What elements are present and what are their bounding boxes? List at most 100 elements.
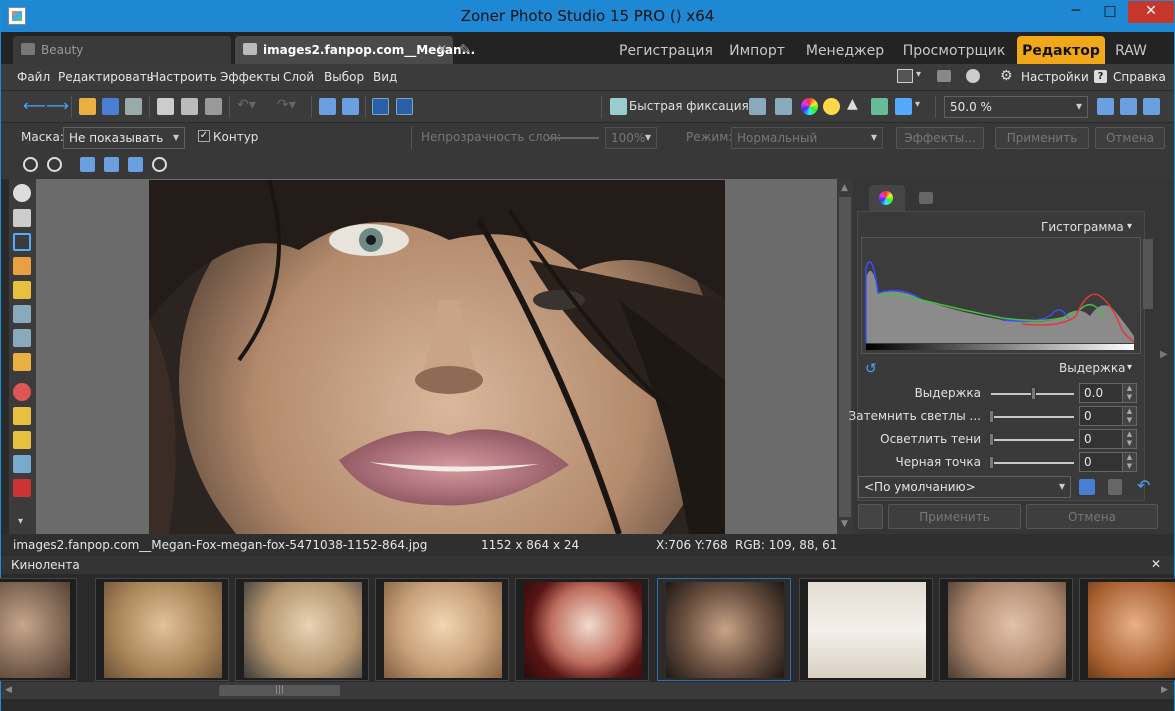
zoom-out-icon[interactable] bbox=[47, 157, 62, 172]
slider-value-input[interactable]: 0 bbox=[1079, 406, 1125, 426]
zoom-fit-height-icon[interactable] bbox=[128, 157, 143, 172]
clipboard-icon[interactable] bbox=[205, 98, 222, 115]
filmstrip-thumbnail[interactable] bbox=[0, 578, 77, 681]
gradient-tool-icon[interactable] bbox=[13, 353, 31, 371]
repair-tool-icon[interactable] bbox=[13, 479, 31, 497]
reset-icon[interactable]: ↺ bbox=[865, 361, 877, 377]
layout-dual-icon[interactable] bbox=[396, 98, 413, 115]
slider-track[interactable] bbox=[991, 416, 1074, 418]
exposure-title[interactable]: Выдержка bbox=[1059, 361, 1125, 375]
slider-thumb[interactable] bbox=[989, 433, 994, 446]
quick-fix-icon[interactable] bbox=[610, 98, 627, 115]
save-preset-icon[interactable] bbox=[1079, 479, 1095, 495]
transform-icon[interactable] bbox=[895, 98, 912, 115]
chevron-down-icon[interactable]: ▾ bbox=[1127, 221, 1132, 232]
tab-raw[interactable]: RAW bbox=[1109, 36, 1153, 64]
curves-icon[interactable] bbox=[775, 98, 792, 115]
zoom-in-icon[interactable] bbox=[23, 157, 38, 172]
close-button[interactable]: ✕ bbox=[1128, 1, 1174, 23]
color-balance-icon[interactable] bbox=[801, 98, 818, 115]
opacity-input[interactable]: 100% bbox=[605, 127, 657, 149]
image-canvas[interactable] bbox=[36, 179, 837, 534]
tab-current-image[interactable]: images2.fanpop.com__Megan... ✕ bbox=[235, 36, 475, 64]
delete-preset-icon[interactable] bbox=[1108, 479, 1122, 495]
spinner-icon[interactable]: ▲ ▼ bbox=[1122, 429, 1137, 449]
help-link[interactable]: Справка bbox=[1113, 70, 1166, 84]
filmstrip-thumbnail[interactable] bbox=[375, 578, 509, 681]
apply-button[interactable]: Применить bbox=[995, 127, 1089, 149]
scroll-up-icon[interactable]: ▲ bbox=[841, 183, 848, 193]
undo-icon[interactable]: ↶ bbox=[1137, 476, 1150, 495]
fit-window-icon[interactable] bbox=[1097, 98, 1114, 115]
canvas-tool-icon[interactable] bbox=[13, 329, 31, 347]
chevron-down-icon[interactable]: ▾ bbox=[916, 69, 921, 80]
contour-checkbox[interactable]: ✓ bbox=[198, 130, 210, 142]
filmstrip-thumbnail[interactable] bbox=[1079, 578, 1175, 681]
mask-select[interactable]: Не показывать bbox=[63, 127, 185, 149]
slider-value-input[interactable]: 0.0 bbox=[1079, 383, 1125, 403]
panel-scrollbar[interactable] bbox=[1143, 239, 1153, 309]
split-view-icon[interactable] bbox=[342, 98, 359, 115]
menu-edit[interactable]: Редактировать bbox=[58, 70, 154, 84]
print-icon[interactable] bbox=[125, 98, 142, 115]
effects-button[interactable]: Эффекты... bbox=[896, 127, 984, 149]
tab-manager[interactable]: Менеджер bbox=[803, 36, 887, 64]
blend-mode-select[interactable]: Нормальный bbox=[731, 127, 883, 149]
settings-link[interactable]: Настройки bbox=[1021, 70, 1089, 84]
collapse-panel-icon[interactable]: ▶ bbox=[1160, 349, 1168, 360]
levels-icon[interactable] bbox=[749, 98, 766, 115]
slider-thumb[interactable] bbox=[989, 410, 994, 423]
paste-icon[interactable] bbox=[181, 98, 198, 115]
menu-view[interactable]: Вид bbox=[373, 70, 397, 84]
bulb-icon[interactable] bbox=[823, 98, 840, 115]
filmstrip-thumbnail[interactable] bbox=[95, 578, 229, 681]
horizon-tool-icon[interactable] bbox=[13, 257, 31, 275]
close-tab-icon[interactable]: ✕ bbox=[437, 42, 447, 56]
scroll-thumb[interactable] bbox=[839, 197, 851, 517]
spinner-icon[interactable]: ▲ ▼ bbox=[1122, 383, 1137, 403]
scroll-down-icon[interactable]: ▼ bbox=[841, 519, 848, 529]
fit-height-icon[interactable] bbox=[1120, 98, 1137, 115]
hand-tool-icon[interactable] bbox=[13, 209, 31, 227]
filmstrip-thumbnail[interactable] bbox=[939, 578, 1073, 681]
slider-track[interactable] bbox=[991, 462, 1074, 464]
spinner-icon[interactable]: ▲ ▼ bbox=[1122, 406, 1137, 426]
tab-registration[interactable]: Регистрация bbox=[619, 36, 713, 64]
save-icon[interactable] bbox=[102, 98, 119, 115]
crop-tool-icon[interactable] bbox=[13, 233, 31, 251]
filmstrip-thumbnail[interactable] bbox=[515, 578, 649, 681]
zoom-select[interactable]: 50.0 % bbox=[944, 96, 1088, 118]
back-arrow-icon[interactable]: ⟵ bbox=[23, 96, 46, 115]
slider-track[interactable] bbox=[991, 439, 1074, 441]
opacity-slider[interactable] bbox=[549, 137, 599, 139]
slider-value-input[interactable]: 0 bbox=[1079, 452, 1125, 472]
slider-thumb[interactable] bbox=[1031, 387, 1036, 400]
copy-icon[interactable] bbox=[157, 98, 174, 115]
printer-icon[interactable] bbox=[937, 70, 951, 82]
brush-tool-icon[interactable] bbox=[13, 455, 31, 473]
quick-fix-button[interactable]: Быстрая фиксация... bbox=[629, 99, 760, 113]
undo-icon[interactable]: ↶▾ bbox=[237, 97, 256, 114]
menu-file[interactable]: Файл bbox=[17, 70, 50, 84]
histogram-title[interactable]: Гистограмма bbox=[1041, 220, 1124, 234]
open-folder-icon[interactable] bbox=[79, 98, 96, 115]
filmstrip-thumbnail[interactable] bbox=[799, 578, 933, 681]
stamp-tool-icon[interactable] bbox=[13, 407, 31, 425]
new-tab-icon[interactable]: ✎ bbox=[459, 41, 472, 59]
image-adjust-icon[interactable] bbox=[871, 98, 888, 115]
compare-icon[interactable] bbox=[319, 98, 336, 115]
filmstrip-thumbnail[interactable] bbox=[235, 578, 369, 681]
panel-cancel-button[interactable]: Отмена bbox=[1026, 504, 1158, 529]
tab-color-adjust[interactable] bbox=[869, 185, 905, 211]
resize-tool-icon[interactable] bbox=[13, 305, 31, 323]
tab-editor[interactable]: Редактор bbox=[1017, 36, 1105, 64]
maximize-button[interactable]: □ bbox=[1093, 1, 1127, 23]
spinner-icon[interactable]: ▲ ▼ bbox=[1122, 452, 1137, 472]
zoom-fit-icon[interactable] bbox=[104, 157, 119, 172]
canvas-vertical-scrollbar[interactable]: ▲ ▼ bbox=[837, 179, 853, 534]
filmstrip-scrollbar[interactable]: ◀ ||| ▶ bbox=[1, 682, 1174, 699]
preset-select[interactable]: <По умолчанию> bbox=[858, 476, 1071, 498]
close-filmstrip-icon[interactable]: ✕ bbox=[1151, 557, 1161, 571]
zoom-actual-icon[interactable] bbox=[80, 157, 95, 172]
zoom-tool-icon[interactable] bbox=[13, 184, 31, 202]
